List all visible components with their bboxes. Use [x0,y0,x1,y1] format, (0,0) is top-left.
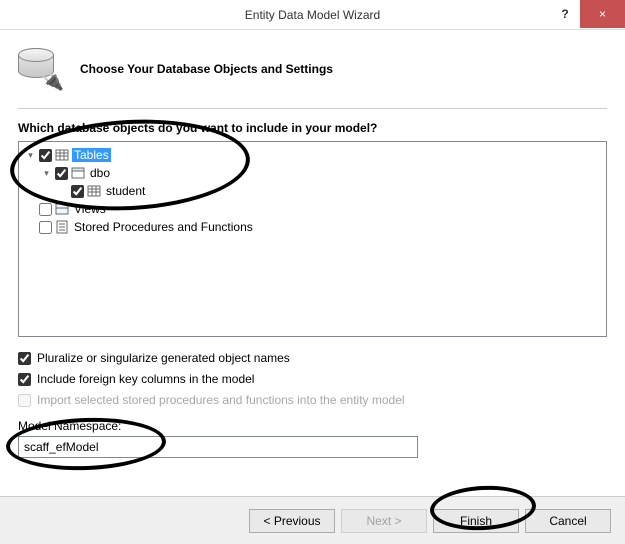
wizard-heading: Choose Your Database Objects and Setting… [80,62,333,76]
tree-label-student[interactable]: student [104,184,147,198]
wizard-header: 🔌 Choose Your Database Objects and Setti… [18,42,607,108]
next-button: Next > [341,509,427,533]
options-group: Pluralize or singularize generated objec… [18,351,607,407]
checkbox-import-sprocs [18,394,31,407]
option-pluralize[interactable]: Pluralize or singularize generated objec… [18,351,607,365]
option-import-sprocs-label: Import selected stored procedures and fu… [37,393,405,407]
expander-icon[interactable]: ▾ [25,150,36,161]
help-button[interactable]: ? [550,0,580,28]
tree-node-sprocs[interactable]: ▸ Stored Procedures and Functions [25,218,600,236]
cancel-button[interactable]: Cancel [525,509,611,533]
divider [18,108,607,109]
option-foreign-keys-label: Include foreign key columns in the model [37,372,254,386]
titlebar: Entity Data Model Wizard ? × [0,0,625,30]
tree-label-views[interactable]: Views [72,202,108,216]
sprocs-icon [55,220,69,234]
expander-icon[interactable]: ▾ [41,168,52,179]
finish-button[interactable]: Finish [433,509,519,533]
namespace-label: Model Namespace: [18,419,607,433]
wizard-footer: < Previous Next > Finish Cancel [0,496,625,544]
close-button[interactable]: × [580,0,625,28]
titlebar-controls: ? × [550,0,625,30]
option-import-sprocs: Import selected stored procedures and fu… [18,393,607,407]
table-icon [87,184,101,198]
checkbox-pluralize[interactable] [18,352,31,365]
option-foreign-keys[interactable]: Include foreign key columns in the model [18,372,607,386]
option-pluralize-label: Pluralize or singularize generated objec… [37,351,290,365]
views-icon [55,202,69,216]
tree-node-views[interactable]: ▸ Views [25,200,600,218]
checkbox-student[interactable] [71,185,84,198]
checkbox-views[interactable] [39,203,52,216]
tables-icon [55,148,69,162]
tree-node-student[interactable]: ▸ student [57,182,600,200]
tree-label-tables[interactable]: Tables [72,148,111,162]
checkbox-sprocs[interactable] [39,221,52,234]
namespace-input[interactable] [18,436,418,458]
checkbox-tables[interactable] [39,149,52,162]
tree-node-tables[interactable]: ▾ Tables [25,146,600,164]
previous-button[interactable]: < Previous [249,509,335,533]
wizard-content: 🔌 Choose Your Database Objects and Setti… [0,30,625,458]
window-title: Entity Data Model Wizard [0,8,625,22]
checkbox-foreign-keys[interactable] [18,373,31,386]
tree-label-sprocs[interactable]: Stored Procedures and Functions [72,220,255,234]
checkbox-dbo[interactable] [55,167,68,180]
tree-label-dbo[interactable]: dbo [88,166,112,180]
schema-icon [71,166,85,180]
objects-prompt: Which database objects do you want to in… [18,121,607,135]
database-icon: 🔌 [18,48,60,90]
tree-node-dbo[interactable]: ▾ dbo [41,164,600,182]
objects-tree[interactable]: ▾ Tables ▾ dbo ▸ [18,141,607,337]
